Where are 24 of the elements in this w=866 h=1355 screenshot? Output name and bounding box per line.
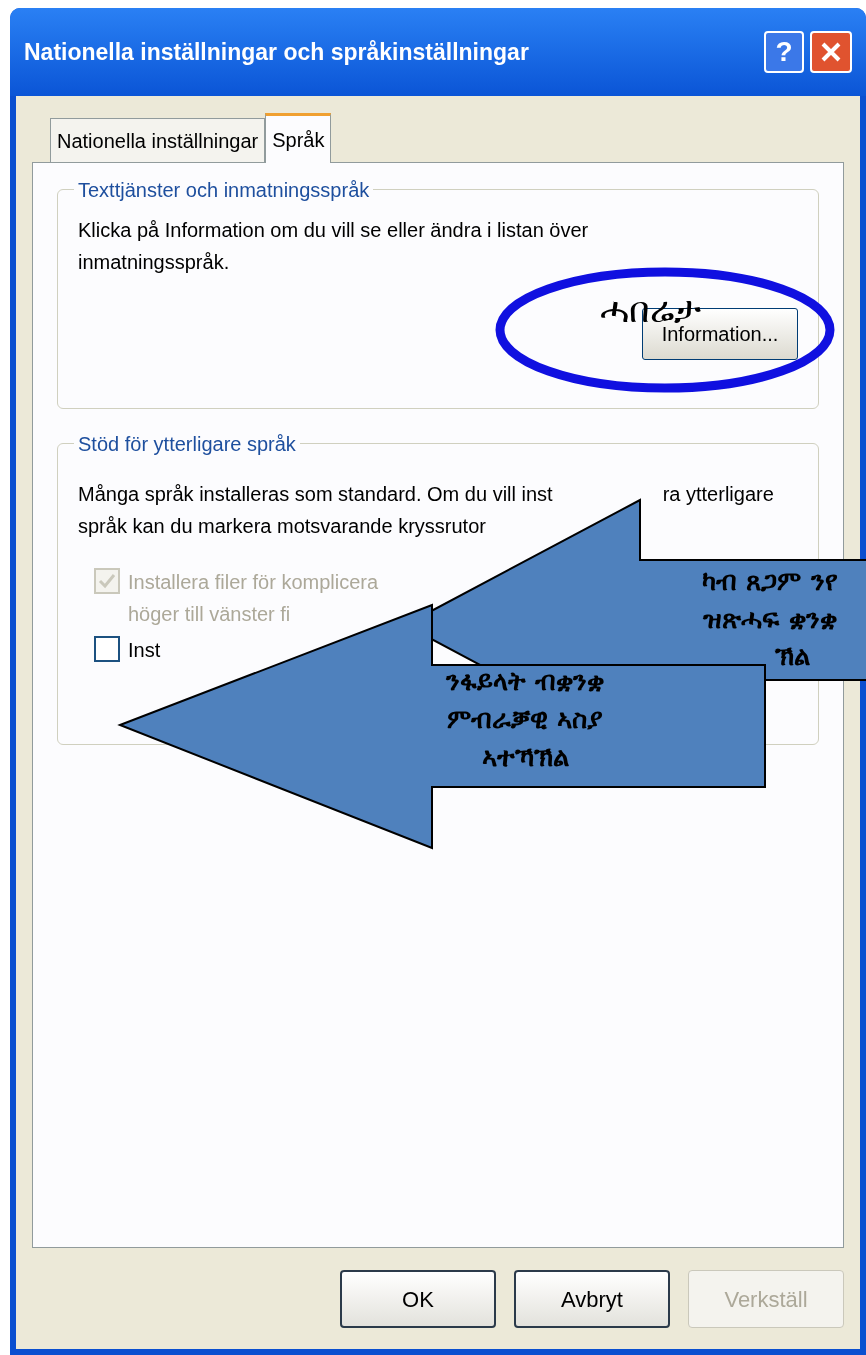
description-text: språk kan du markera motsvarande kryssrutor xyxy=(78,514,486,539)
annotation-text: ኽል xyxy=(775,640,810,673)
checkbox-label: Inst xyxy=(128,638,161,663)
tab[interactable]: Språk xyxy=(265,113,332,163)
checkbox[interactable] xyxy=(94,636,120,662)
annotation-text: ምብራቓዊ ኣስያ xyxy=(446,703,604,736)
description-text: Klicka på Information om du vill se eller ändra i listan över xyxy=(78,218,589,243)
help-button[interactable]: ? xyxy=(764,31,804,73)
checkbox-label: Installera filer för komplicera xyxy=(128,570,379,595)
annotation-text: ንፋይላት ብቋንቋ xyxy=(445,665,605,698)
description-text: ra ytterligare xyxy=(662,482,774,507)
description-text: Många språk installeras som standard. Om du vill inst xyxy=(78,482,553,507)
dialog-button[interactable]: Avbryt xyxy=(514,1270,670,1328)
description-text: inmatningsspråk. xyxy=(78,250,230,275)
close-icon xyxy=(819,40,843,64)
tab[interactable]: Nationella inställningar xyxy=(50,118,266,162)
checkbox-label: höger till vänster fi xyxy=(128,602,292,627)
window-title: Nationella inställningar och språkinställningar xyxy=(24,37,530,67)
annotation-text: ዝጽሓፍ ቋንቋ xyxy=(703,603,837,636)
dialog-button[interactable]: OK xyxy=(340,1270,496,1328)
annotation-text: ኣተኻኽል xyxy=(481,741,569,774)
check-icon xyxy=(98,573,116,589)
annotation-text: ካብ ጸጋም ንየ xyxy=(702,565,838,598)
close-button[interactable] xyxy=(810,31,852,73)
